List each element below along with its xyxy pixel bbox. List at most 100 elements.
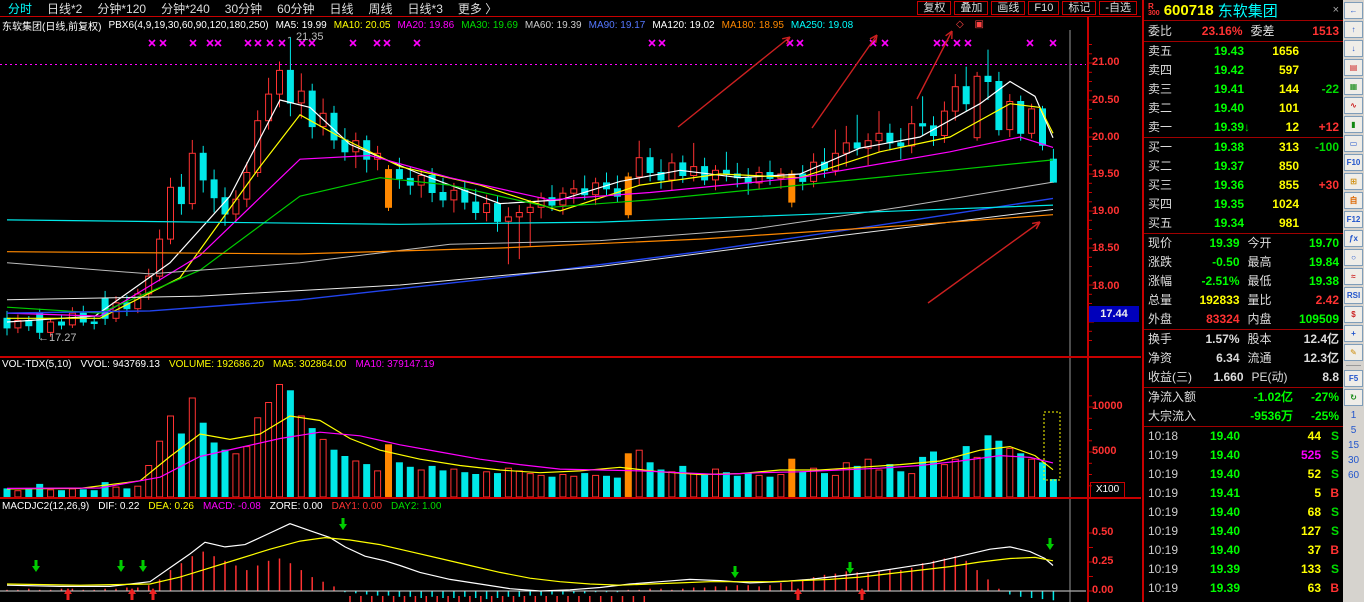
tick-row-1[interactable]: 10:1919.40525S xyxy=(1144,446,1343,465)
wave-icon-glyph: ≈ xyxy=(1351,272,1355,281)
tick-price: 19.40 xyxy=(1188,446,1240,465)
menu-button-0[interactable]: 复权 xyxy=(917,1,951,15)
menu-button-1[interactable]: 叠加 xyxy=(954,1,988,15)
level-price: 19.43 xyxy=(1188,42,1244,61)
menu-button-3[interactable]: F10 xyxy=(1028,1,1059,15)
info-label: 净资 xyxy=(1148,349,1182,368)
tick-row-9[interactable]: 10:1919.39118B xyxy=(1144,598,1343,602)
wave-icon[interactable]: ≈ xyxy=(1344,268,1363,285)
level-volume: 12 xyxy=(1256,118,1299,137)
tick-time: 10:19 xyxy=(1148,484,1188,503)
tick-side: S xyxy=(1321,446,1339,465)
tick-volume: 44 xyxy=(1240,427,1321,446)
tab-8[interactable]: 日线*3 xyxy=(408,0,443,17)
quote-grid-icon[interactable]: ▦ xyxy=(1344,78,1363,95)
down-arrow-icon[interactable]: ↓ xyxy=(1344,40,1363,57)
tick-row-5[interactable]: 10:1919.40127S xyxy=(1144,522,1343,541)
tab-2[interactable]: 分钟*120 xyxy=(97,0,146,17)
tree-icon[interactable]: ⊞ xyxy=(1344,173,1363,190)
back-icon[interactable]: ← xyxy=(1344,2,1363,19)
rsi-icon[interactable]: RSI xyxy=(1344,287,1363,304)
tick-volume: 63 xyxy=(1240,579,1321,598)
period-button-60[interactable]: 60 xyxy=(1348,468,1359,483)
indicator-label: PBX6(4,9,19,30,60,90,120,180,250) xyxy=(108,20,268,31)
bid-row-1[interactable]: 买二19.37850 xyxy=(1144,157,1343,176)
bid-row-3[interactable]: 买四19.351024 xyxy=(1144,195,1343,214)
tab-5[interactable]: 60分钟 xyxy=(277,0,314,17)
level-label: 卖二 xyxy=(1148,99,1188,118)
period-button-1[interactable]: 1 xyxy=(1351,408,1357,423)
tick-row-0[interactable]: 10:1819.4044S xyxy=(1144,427,1343,446)
low-price-label: ←17.27 xyxy=(38,332,77,344)
money-icon[interactable]: $ xyxy=(1344,306,1363,323)
tick-row-2[interactable]: 10:1919.4052S xyxy=(1144,465,1343,484)
line-chart-icon[interactable]: ∿ xyxy=(1344,97,1363,114)
pencil-icon[interactable]: ✎ xyxy=(1344,344,1363,361)
menu-button-4[interactable]: 标记 xyxy=(1062,1,1096,15)
up-arrow-icon[interactable]: ↑ xyxy=(1344,21,1363,38)
circle-icon[interactable]: ○ xyxy=(1344,249,1363,266)
refresh-icon[interactable]: ↻ xyxy=(1344,389,1363,406)
level-price: 19.41 xyxy=(1188,80,1244,99)
ask-row-0[interactable]: 卖五19.431656 xyxy=(1144,42,1343,61)
macd-header-item-0: MACDJC2(12,26,9) xyxy=(2,501,89,512)
tick-price: 19.40 xyxy=(1188,503,1240,522)
tick-row-7[interactable]: 10:1919.39133S xyxy=(1144,560,1343,579)
weicha-value: 1513 xyxy=(1285,22,1340,41)
tab-7[interactable]: 周线 xyxy=(369,0,393,17)
axis-separator xyxy=(1087,17,1089,602)
f10-icon[interactable]: F10 xyxy=(1344,154,1363,171)
info-label: 量比 xyxy=(1240,291,1282,310)
tick-time: 10:19 xyxy=(1148,522,1188,541)
move-icon[interactable]: + xyxy=(1344,325,1363,342)
ma-label-5: MA90: 19.17 xyxy=(589,20,646,31)
pane-tool-icons[interactable]: ◇ ▣ xyxy=(956,19,988,30)
toolbar-divider xyxy=(1346,365,1361,366)
period-button-5[interactable]: 5 xyxy=(1351,423,1357,438)
info-value: 19.70 xyxy=(1282,234,1340,253)
ask-row-2[interactable]: 卖三19.41144-22 xyxy=(1144,80,1343,99)
bid-row-2[interactable]: 买三19.36855+30 xyxy=(1144,176,1343,195)
macd-header: MACDJC2(12,26,9)DIF: 0.22DEA: 0.26MACD: … xyxy=(2,501,441,512)
tick-row-6[interactable]: 10:1919.4037B xyxy=(1144,541,1343,560)
f5-icon[interactable]: F5 xyxy=(1344,370,1363,387)
right-toolbar: ←↑↓▤▦∿▮▭F10⊞自F12ƒx○≈RSI$+✎F5↻15153060 xyxy=(1343,0,1364,602)
bid-row-0[interactable]: 买一19.38313-100 xyxy=(1144,138,1343,157)
f12-icon[interactable]: F12 xyxy=(1344,211,1363,228)
period-button-30[interactable]: 30 xyxy=(1348,453,1359,468)
menu-button-5[interactable]: -自选 xyxy=(1099,1,1137,15)
tick-price: 19.41 xyxy=(1188,484,1240,503)
report-icon[interactable]: ▤ xyxy=(1344,59,1363,76)
close-icon[interactable]: × xyxy=(1333,4,1339,16)
tab-3[interactable]: 分钟*240 xyxy=(161,0,210,17)
level-volume: 597 xyxy=(1256,61,1299,80)
bid-row-4[interactable]: 买五19.34981 xyxy=(1144,214,1343,233)
tick-side: S xyxy=(1321,503,1339,522)
tick-time: 10:19 xyxy=(1148,503,1188,522)
tab-6[interactable]: 日线 xyxy=(330,0,354,17)
tab-0[interactable]: 分时 xyxy=(8,0,32,17)
tab-9[interactable]: 更多 〉 xyxy=(458,0,497,17)
level-label: 买四 xyxy=(1148,195,1188,214)
menu-button-2[interactable]: 画线 xyxy=(991,1,1025,15)
tick-row-3[interactable]: 10:1919.415B xyxy=(1144,484,1343,503)
news-icon-glyph: ▭ xyxy=(1350,139,1358,148)
period-button-15[interactable]: 15 xyxy=(1348,438,1359,453)
flow-label: 大宗流入 xyxy=(1148,407,1224,426)
kline-icon[interactable]: ▮ xyxy=(1344,116,1363,133)
ask-row-3[interactable]: 卖二19.40101 xyxy=(1144,99,1343,118)
tick-row-4[interactable]: 10:1919.4068S xyxy=(1144,503,1343,522)
ma-labels: MA5: 19.99MA10: 20.05MA20: 19.86MA30: 19… xyxy=(276,20,854,31)
ask-row-4[interactable]: 卖一19.39↓12+12 xyxy=(1144,118,1343,137)
fundamental-stats: 换手1.57%股本12.4亿净资6.34流通12.3亿收益(三)1.660PE(… xyxy=(1144,330,1343,388)
tab-1[interactable]: 日线*2 xyxy=(47,0,82,17)
info-value: 19.39 xyxy=(1182,234,1240,253)
news-icon[interactable]: ▭ xyxy=(1344,135,1363,152)
board-flag: 300 xyxy=(1148,10,1160,17)
tick-row-8[interactable]: 10:1919.3963B xyxy=(1144,579,1343,598)
fx-icon[interactable]: ƒx xyxy=(1344,230,1363,247)
ask-row-1[interactable]: 卖四19.42597 xyxy=(1144,61,1343,80)
level-delta: +30 xyxy=(1299,176,1339,195)
tab-4[interactable]: 30分钟 xyxy=(225,0,262,17)
self-doc-icon[interactable]: 自 xyxy=(1344,192,1363,209)
